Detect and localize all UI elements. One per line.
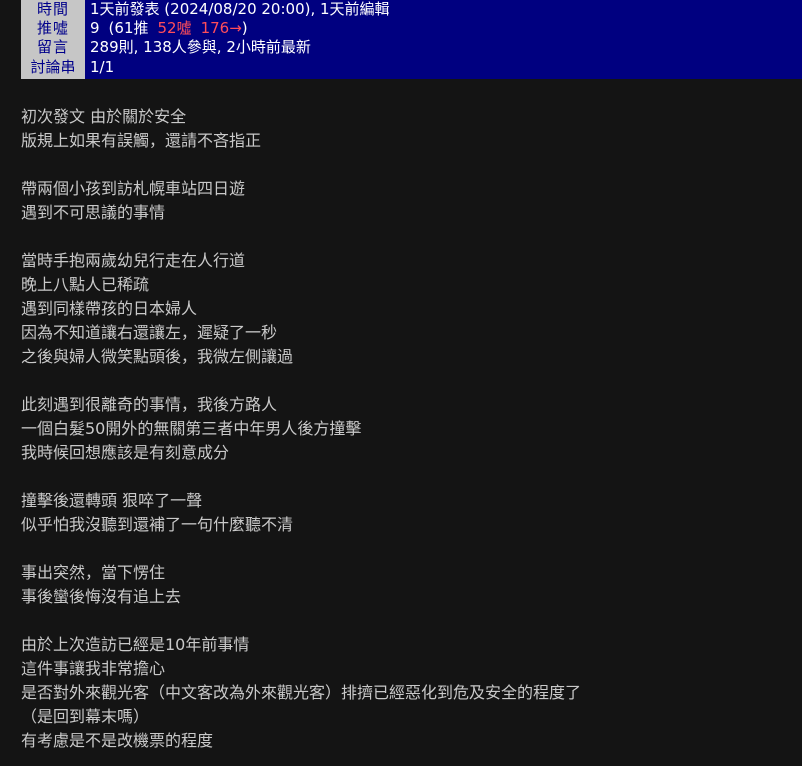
post-line: 此刻遇到很離奇的事情，我後方路人 [21, 395, 278, 414]
meta-left-gutter [0, 0, 21, 19]
meta-row-thread: 討論串 1/1 [0, 57, 802, 79]
post-line: 因為不知道讓右還讓左，遲疑了一秒 [21, 323, 278, 342]
meta-row-rating: 推噓 9 (61推 52噓 176→) [0, 19, 802, 38]
meta-left-gutter [0, 38, 21, 57]
meta-row-comments: 留言 289則, 138人參與, 2小時前最新 [0, 38, 802, 57]
meta-label-rating: 推噓 [21, 19, 85, 38]
post-line: 帶兩個小孩到訪札幌車站四日遊 [21, 179, 246, 198]
rating-push-count: 61推 [114, 19, 149, 37]
post-line: 事後蠻後悔沒有追上去 [21, 587, 182, 606]
post-line: 我時候回想應該是有刻意成分 [21, 443, 230, 462]
post-line: 晚上八點人已稀疏 [21, 275, 150, 294]
post-line: 這件事讓我非常擔心 [21, 659, 166, 678]
post-line: 由於上次造訪已經是10年前事情 [21, 635, 250, 654]
rating-boo-count: 52噓 [157, 19, 192, 37]
meta-row-time: 時間 1天前發表 (2024/08/20 20:00), 1天前編輯 [0, 0, 802, 19]
post-line: 似乎怕我沒聽到還補了一句什麼聽不清 [21, 515, 294, 534]
rating-arrow-count: 176→ [200, 19, 242, 37]
meta-label-comments: 留言 [21, 38, 85, 57]
meta-left-gutter [0, 19, 21, 38]
meta-left-gutter [0, 57, 21, 79]
post-line: 是否對外來觀光客（中文客改為外來觀光客）排擠已經惡化到危及安全的程度了 [21, 683, 582, 702]
post-line: 之後與婦人微笑點頭後，我微左側讓過 [21, 347, 294, 366]
post-line: 一個白髮50開外的無關第三者中年男人後方撞擊 [21, 419, 362, 438]
post-line: （是回到幕末嗎） [21, 707, 150, 726]
post-line: 有考慮是不是改機票的程度 [21, 731, 214, 750]
post-line: 遇到不可思議的事情 [21, 203, 166, 222]
post-line: 事出突然，當下愣住 [21, 563, 166, 582]
meta-label-thread: 討論串 [21, 57, 85, 79]
post-line: 撞擊後還轉頭 狠啐了一聲 [21, 491, 203, 510]
meta-label-time: 時間 [21, 0, 85, 19]
meta-value-rating: 9 (61推 52噓 176→) [85, 19, 802, 38]
meta-value-time: 1天前發表 (2024/08/20 20:00), 1天前編輯 [90, 0, 390, 18]
meta-value-thread: 1/1 [90, 58, 115, 76]
post-body-text: 初次發文 由於關於安全版規上如果有誤觸，還請不吝指正 帶兩個小孩到訪札幌車站四日遊… [0, 79, 802, 753]
post-line: 遇到同樣帶孩的日本婦人 [21, 299, 198, 318]
post-meta-block: 時間 1天前發表 (2024/08/20 20:00), 1天前編輯 推噓 9(… [0, 0, 802, 79]
rating-close-paren: ) [241, 19, 248, 37]
meta-value-comments: 289則, 138人參與, 2小時前最新 [90, 38, 311, 56]
post-line: 版規上如果有誤觸，還請不吝指正 [21, 131, 262, 150]
post-line: 當時手抱兩歲幼兒行走在人行道 [21, 251, 246, 270]
post-line: 初次發文 由於關於安全 [21, 107, 187, 126]
rating-score: 9 [90, 19, 100, 37]
